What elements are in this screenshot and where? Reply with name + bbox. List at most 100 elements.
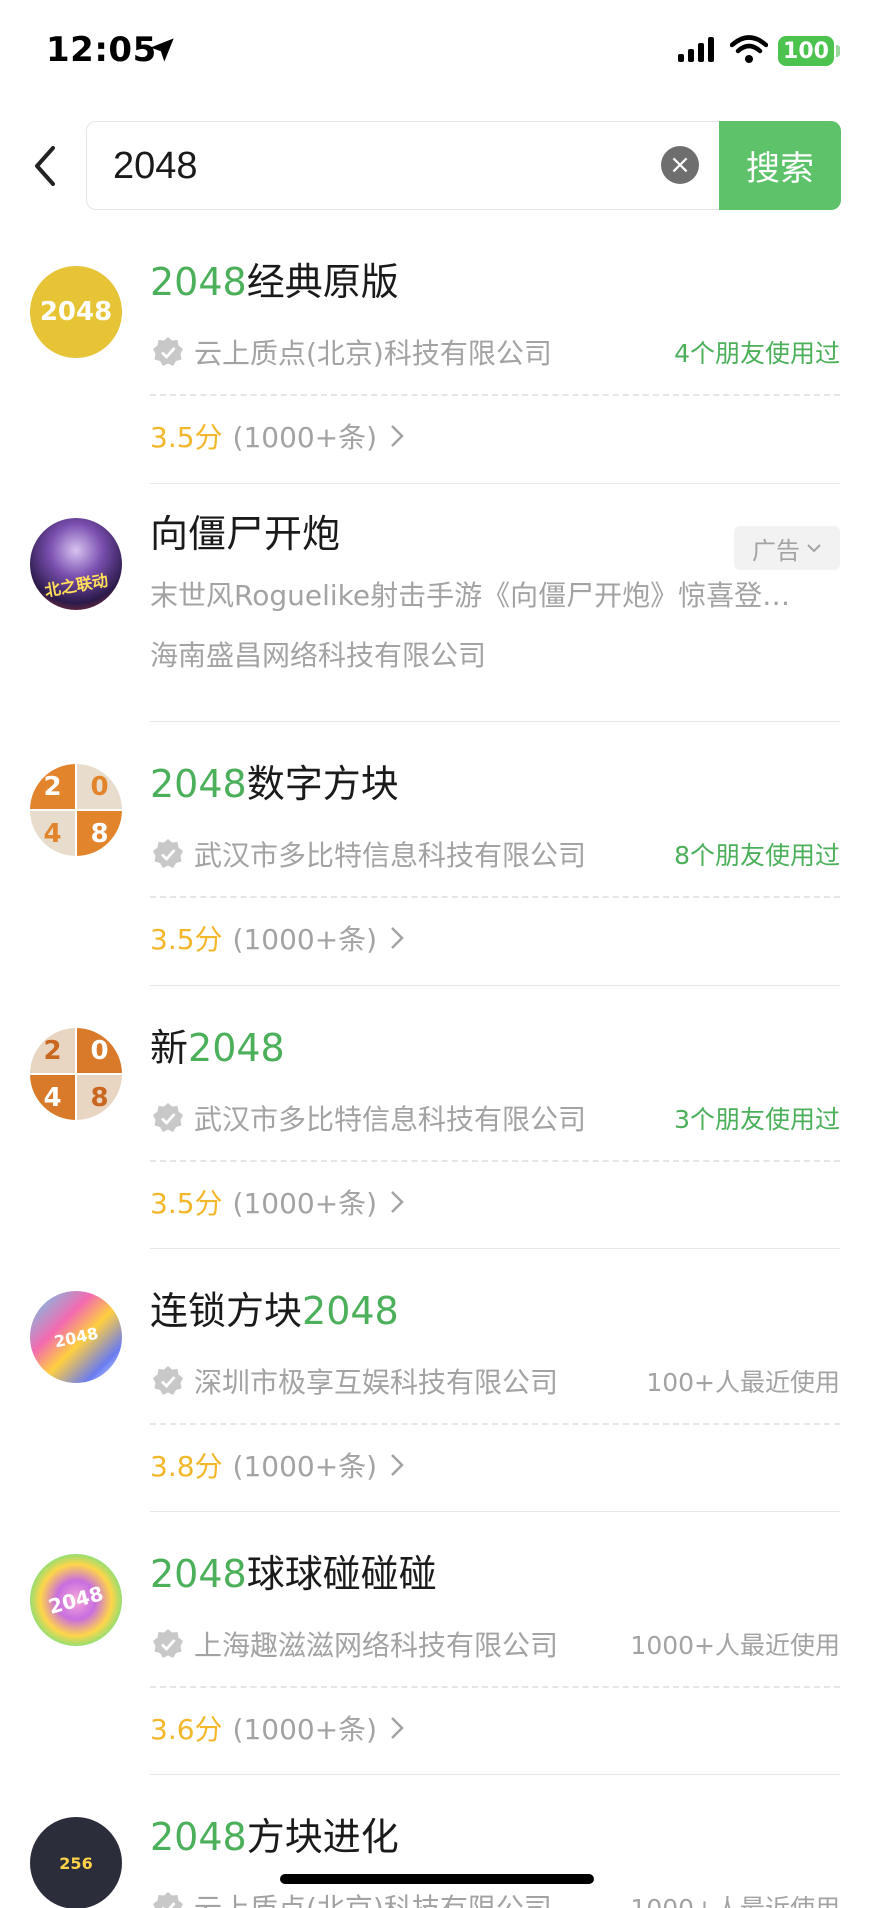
tile: 8 [77, 1075, 122, 1120]
title-text: 球球碰碰碰 [246, 1552, 437, 1596]
friends-used-badge: 8个朋友使用过 [674, 841, 840, 870]
verified-badge-icon [153, 1629, 183, 1658]
verified-badge-icon [153, 1892, 183, 1908]
rating-count: (1000+条) [232, 1713, 378, 1746]
search-box[interactable]: × [86, 121, 720, 210]
rating-link[interactable]: 3.5分 (1000+条) [150, 898, 840, 978]
recent-usage-badge: 1000+人最近使用 [630, 1889, 840, 1908]
list-item[interactable]: 256 2048方块进化 云上质点(北京)科技有限公司 1000+人最近使用 [0, 1775, 880, 1908]
rating-score: 3.5分 [150, 421, 223, 454]
list-item-ad[interactable]: 北之联动 向僵尸开炮 末世风Roguelike射击手游《向僵尸开炮》惊喜登… 海… [0, 484, 880, 722]
title-text: 数字方块 [246, 762, 399, 806]
rating-link[interactable]: 3.6分 (1000+条) [150, 1688, 840, 1768]
list-item[interactable]: 2 0 4 8 2048数字方块 武汉市多比特信息科技有限公司 8个朋友使用过 … [0, 722, 880, 986]
rating-score: 3.8分 [150, 1450, 223, 1483]
app-icon-zombie: 北之联动 [30, 518, 122, 610]
app-icon-label: 2048 [52, 1323, 100, 1351]
status-time: 12:05 [46, 30, 157, 70]
status-bar: 12:05 100 [0, 0, 880, 100]
tile: 4 [30, 811, 75, 856]
chevron-right-icon [391, 1717, 404, 1739]
rating-link[interactable]: 3.8分 (1000+条) [150, 1425, 840, 1505]
list-item[interactable]: 2 0 4 8 新2048 武汉市多比特信息科技有限公司 3个朋友使用过 3.5… [0, 986, 880, 1249]
app-icon-tiles: 2 0 4 8 [30, 764, 122, 856]
chevron-right-icon [391, 1454, 404, 1476]
rating-count: (1000+条) [232, 923, 378, 956]
verified-badge-icon [153, 839, 183, 868]
verified-badge-icon [153, 1103, 183, 1132]
battery-indicator: 100 [778, 36, 834, 66]
tile: 8 [77, 811, 122, 856]
ad-description: 末世风Roguelike射击手游《向僵尸开炮》惊喜登… [150, 579, 791, 612]
ad-label-dropdown[interactable]: 广告 [734, 526, 840, 570]
rating-count: (1000+条) [232, 421, 378, 454]
developer-name: 深圳市极享互娱科技有限公司 [194, 1366, 559, 1399]
verified-badge-icon [153, 337, 183, 366]
developer-name: 云上质点(北京)科技有限公司 [194, 1887, 552, 1908]
chevron-right-icon [391, 927, 404, 949]
app-title[interactable]: 2048数字方块 [150, 756, 840, 812]
recent-usage-badge: 100+人最近使用 [646, 1368, 840, 1397]
developer-name: 武汉市多比特信息科技有限公司 [194, 839, 587, 872]
signal-icon [678, 37, 714, 62]
app-title[interactable]: 连锁方块2048 [150, 1283, 840, 1339]
app-icon-label: 北之联动 [43, 570, 110, 601]
rating-count: (1000+条) [232, 1187, 378, 1220]
title-text: 经典原版 [246, 260, 399, 304]
tile: 2 [30, 764, 75, 809]
rating-link[interactable]: 3.5分 (1000+条) [150, 396, 840, 476]
list-item[interactable]: 2048 连锁方块2048 深圳市极享互娱科技有限公司 100+人最近使用 3.… [0, 1249, 880, 1512]
chevron-right-icon [391, 425, 404, 447]
app-icon-block-evolve: 256 [30, 1817, 122, 1908]
app-icon-label: 2048 [45, 1581, 106, 1619]
app-icon-tiles: 2 0 4 8 [30, 1028, 122, 1120]
back-button[interactable] [22, 136, 68, 196]
rating-score: 3.6分 [150, 1713, 223, 1746]
clear-icon[interactable]: × [661, 146, 699, 184]
home-indicator[interactable] [280, 1874, 594, 1884]
title-text: 方块进化 [246, 1815, 399, 1859]
title-text: 新 [150, 1026, 189, 1070]
title-highlight: 2048 [150, 762, 247, 806]
app-title[interactable]: 2048球球碰碰碰 [150, 1546, 840, 1602]
verified-badge-icon [153, 1366, 183, 1395]
app-icon-2048: 2048 [30, 266, 122, 358]
developer-name: 云上质点(北京)科技有限公司 [194, 337, 552, 370]
chevron-left-icon [35, 146, 55, 186]
chevron-right-icon [391, 1191, 404, 1213]
title-highlight: 2048 [150, 1815, 247, 1859]
developer-name: 海南盛昌网络科技有限公司 [150, 639, 487, 672]
title-highlight: 2048 [150, 1552, 247, 1596]
list-item[interactable]: 2048 2048球球碰碰碰 上海趣滋滋网络科技有限公司 1000+人最近使用 … [0, 1512, 880, 1775]
tile: 4 [30, 1075, 75, 1120]
rating-link[interactable]: 3.5分 (1000+条) [150, 1162, 840, 1242]
title-highlight: 2048 [302, 1289, 399, 1333]
tile: 0 [77, 764, 122, 809]
rating-score: 3.5分 [150, 923, 223, 956]
chevron-down-icon [807, 544, 821, 553]
developer-name: 武汉市多比特信息科技有限公司 [194, 1103, 587, 1136]
app-title[interactable]: 新2048 [150, 1020, 840, 1076]
battery-tip [836, 45, 840, 57]
location-arrow-icon [150, 38, 174, 62]
developer-name: 上海趣滋滋网络科技有限公司 [194, 1629, 559, 1662]
wifi-icon [730, 35, 768, 63]
app-icon-chain-block: 2048 [30, 1291, 122, 1383]
title-text: 连锁方块 [150, 1289, 303, 1333]
app-title[interactable]: 2048经典原版 [150, 254, 840, 310]
friends-used-badge: 4个朋友使用过 [674, 339, 840, 368]
tile: 0 [77, 1028, 122, 1073]
list-item[interactable]: 2048 2048经典原版 云上质点(北京)科技有限公司 4个朋友使用过 3.5… [0, 240, 880, 484]
search-button[interactable]: 搜索 [719, 121, 841, 210]
app-icon-label: 256 [59, 1853, 93, 1873]
app-title[interactable]: 2048方块进化 [150, 1809, 840, 1865]
search-input[interactable] [113, 138, 633, 194]
rating-score: 3.5分 [150, 1187, 223, 1220]
app-icon-label: 2048 [39, 297, 113, 327]
results-list: 2048 2048经典原版 云上质点(北京)科技有限公司 4个朋友使用过 3.5… [0, 240, 880, 1908]
app-icon-balls: 2048 [30, 1554, 122, 1646]
title-highlight: 2048 [150, 260, 247, 304]
tile: 2 [30, 1028, 75, 1073]
title-highlight: 2048 [188, 1026, 285, 1070]
friends-used-badge: 3个朋友使用过 [674, 1105, 840, 1134]
